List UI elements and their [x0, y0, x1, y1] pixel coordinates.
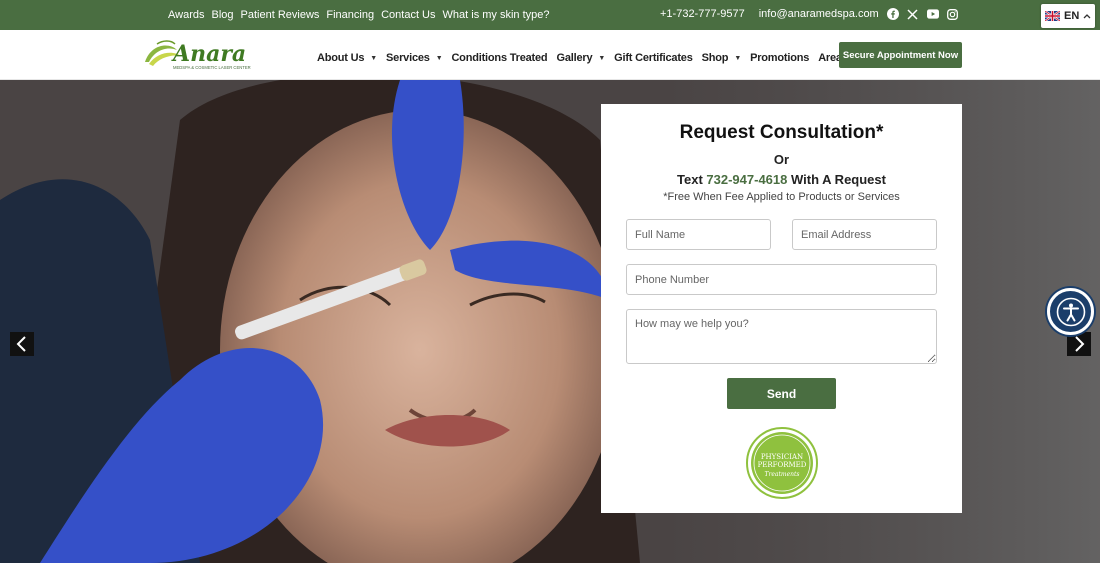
facebook-icon[interactable] — [886, 8, 899, 20]
email-link[interactable]: info@anaramedspa.com — [759, 8, 879, 20]
uk-flag-icon — [1045, 11, 1060, 21]
youtube-icon[interactable] — [926, 8, 939, 20]
chevron-left-icon — [16, 336, 26, 352]
top-link-financing[interactable]: Financing — [326, 9, 374, 21]
secure-appointment-button[interactable]: Secure Appointment Now — [839, 42, 962, 68]
top-contact: +1-732-777-9577 info@anaramedspa.com — [660, 8, 959, 20]
form-title: Request Consultation* — [679, 122, 884, 143]
nav-conditions-treated[interactable]: Conditions Treated — [451, 52, 547, 64]
svg-text:Treatments: Treatments — [764, 471, 799, 478]
nav-services-label: Services — [386, 52, 430, 64]
form-text-request: Text 732-947-4618 With A Request — [601, 172, 962, 187]
nav-gift-certificates-label: Gift Certificates — [614, 52, 693, 64]
caret-down-icon: ▼ — [435, 54, 443, 62]
top-link-blog[interactable]: Blog — [211, 9, 233, 21]
chevron-up-icon — [1083, 14, 1091, 19]
svg-text:PERFORMED: PERFORMED — [758, 461, 807, 469]
full-name-input[interactable] — [626, 219, 771, 250]
nav-shop[interactable]: Shop ▼ — [701, 52, 742, 64]
caret-down-icon: ▼ — [598, 54, 606, 62]
top-link-patient-reviews[interactable]: Patient Reviews — [241, 9, 320, 21]
email-input[interactable] — [792, 219, 937, 250]
language-code: EN — [1064, 10, 1080, 22]
nav-conditions-treated-label: Conditions Treated — [451, 52, 548, 64]
nav-shop-label: Shop — [701, 52, 729, 64]
top-link-awards[interactable]: Awards — [168, 9, 204, 21]
instagram-icon[interactable] — [947, 8, 959, 20]
main-header: Anara MEDSPA & COSMETIC LASER CENTER Abo… — [0, 30, 1100, 80]
nav-gallery[interactable]: Gallery ▼ — [556, 52, 605, 64]
nav-about-us-label: About Us — [317, 52, 365, 64]
anara-logo[interactable]: Anara MEDSPA & COSMETIC LASER CENTER — [143, 36, 273, 72]
send-button[interactable]: Send — [727, 378, 836, 409]
phone-input[interactable] — [626, 264, 937, 295]
accessibility-button[interactable] — [1047, 288, 1094, 335]
form-note: *Free When Fee Applied to Products or Se… — [663, 191, 900, 203]
message-textarea[interactable] — [626, 309, 937, 364]
accessibility-icon — [1056, 297, 1085, 326]
consultation-form: Request Consultation* Or Text 732-947-46… — [601, 104, 962, 513]
nav-services[interactable]: Services ▼ — [386, 52, 443, 64]
top-link-contact-us[interactable]: Contact Us — [381, 9, 435, 21]
nav-gallery-label: Gallery — [556, 52, 593, 64]
svg-text:Anara: Anara — [171, 41, 246, 67]
top-link-skin-type[interactable]: What is my skin type? — [443, 9, 550, 21]
svg-text:PHYSICIAN: PHYSICIAN — [761, 453, 803, 461]
text-prefix: Text — [677, 172, 703, 187]
text-suffix: With A Request — [791, 172, 886, 187]
svg-text:MEDSPA & COSMETIC LASER CENTER: MEDSPA & COSMETIC LASER CENTER — [173, 65, 251, 70]
nav-promotions-label: Promotions — [750, 52, 810, 64]
phone-link[interactable]: +1-732-777-9577 — [660, 8, 745, 20]
nav-about-us[interactable]: About Us ▼ — [317, 52, 377, 64]
top-links: Awards Blog Patient Reviews Financing Co… — [168, 9, 550, 21]
nav-gift-certificates[interactable]: Gift Certificates — [614, 52, 693, 64]
nav-promotions[interactable]: Promotions — [750, 52, 809, 64]
form-or: Or — [773, 152, 790, 167]
language-selector[interactable]: EN — [1041, 4, 1095, 28]
x-icon[interactable] — [907, 8, 919, 20]
slider-prev-button[interactable] — [10, 332, 34, 356]
main-nav: About Us ▼ Services ▼ Conditions Treated G… — [317, 52, 899, 64]
caret-down-icon: ▼ — [734, 54, 742, 62]
slider-next-button[interactable] — [1067, 332, 1091, 356]
caret-down-icon: ▼ — [370, 54, 378, 62]
top-bar: Awards Blog Patient Reviews Financing Co… — [0, 0, 1100, 30]
text-phone-link[interactable]: 732-947-4618 — [706, 172, 787, 187]
physician-performed-badge: PHYSICIAN PERFORMED Treatments — [746, 427, 818, 499]
chevron-right-icon — [1075, 336, 1085, 352]
